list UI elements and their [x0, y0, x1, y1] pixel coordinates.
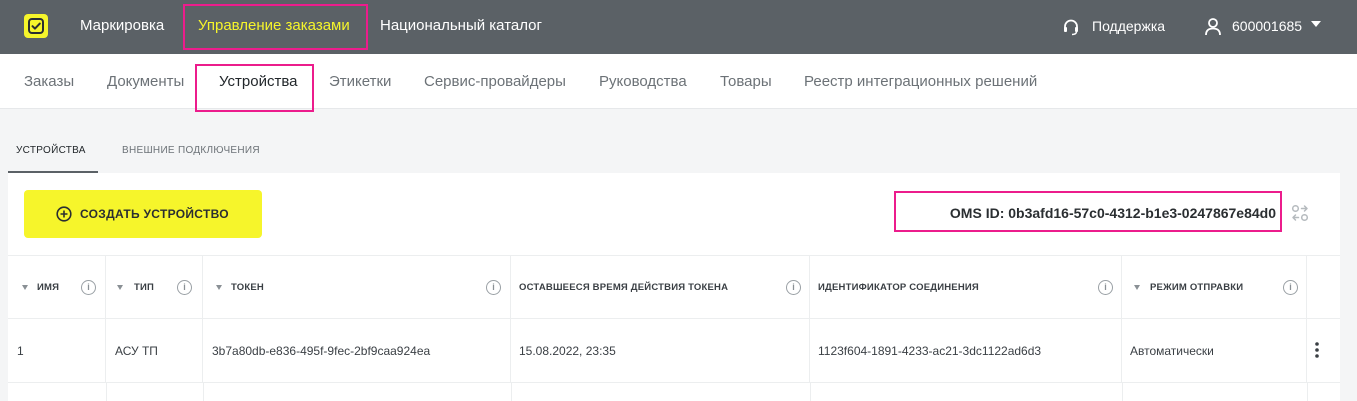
cell-name: 1	[8, 319, 106, 382]
create-device-label: СОЗДАТЬ УСТРОЙСТВО	[80, 207, 229, 221]
secnav-service-providers[interactable]: Сервис-провайдеры	[424, 54, 566, 109]
sort-arrow-icon[interactable]	[216, 285, 222, 290]
sort-arrow-icon[interactable]	[117, 285, 123, 290]
secnav-highlight-frame	[195, 64, 314, 112]
cell-send-mode: Автоматически	[1122, 319, 1307, 382]
info-icon[interactable]: i	[786, 280, 801, 295]
info-icon[interactable]: i	[1098, 280, 1113, 295]
create-device-button[interactable]: СОЗДАТЬ УСТРОЙСТВО	[24, 190, 262, 238]
info-icon[interactable]: i	[1283, 280, 1298, 295]
sort-arrow-icon[interactable]	[22, 285, 28, 290]
cell-connection-id: 1123f604-1891-4233-ac21-3dc1122ad6d3	[810, 319, 1122, 382]
nav-highlight-frame	[183, 4, 368, 50]
nav-national-catalog[interactable]: Национальный каталог	[380, 0, 542, 54]
nav-marking[interactable]: Маркировка	[80, 0, 164, 54]
tab-devices[interactable]: УСТРОЙСТВА	[16, 145, 86, 156]
column-divider	[511, 383, 512, 401]
sort-arrow-icon[interactable]	[1134, 285, 1140, 290]
column-divider	[1122, 383, 1123, 401]
secnav-guides[interactable]: Руководства	[599, 54, 687, 109]
user-icon	[1205, 18, 1221, 36]
secnav-integration-registry[interactable]: Реестр интеграционных решений	[804, 54, 1037, 109]
cell-type: АСУ ТП	[106, 319, 203, 382]
table-next-row	[8, 383, 1340, 401]
info-icon[interactable]: i	[177, 280, 192, 295]
column-divider	[106, 383, 107, 401]
column-token[interactable]: ТОКЕН i	[203, 256, 511, 318]
secnav-documents[interactable]: Документы	[107, 54, 184, 109]
logo-icon[interactable]	[24, 14, 48, 38]
secnav-labels[interactable]: Этикетки	[329, 54, 391, 109]
column-send-mode[interactable]: РЕЖИМ ОТПРАВКИ i	[1122, 256, 1307, 318]
column-divider	[810, 383, 811, 401]
tab-external-connections[interactable]: ВНЕШНИЕ ПОДКЛЮЧЕНИЯ	[122, 145, 260, 156]
info-icon[interactable]: i	[486, 280, 501, 295]
user-account[interactable]: 600001685	[1232, 0, 1302, 54]
column-type[interactable]: ТИП i	[106, 256, 203, 318]
table-header: ИМЯ i ТИП i ТОКЕН i ОСТАВШЕЕСЯ ВРЕМЯ ДЕЙ…	[8, 255, 1340, 319]
headset-icon	[1064, 19, 1078, 36]
column-connection-id[interactable]: ИДЕНТИФИКАТОР СОЕДИНЕНИЯ i	[810, 256, 1122, 318]
oms-id-box: OMS ID: 0b3afd16-57c0-4312-b1e3-0247867e…	[894, 191, 1282, 232]
column-token-remaining-time[interactable]: ОСТАВШЕЕСЯ ВРЕМЯ ДЕЙСТВИЯ ТОКЕНА i	[511, 256, 810, 318]
kebab-menu-icon[interactable]	[1314, 341, 1320, 359]
oms-id: OMS ID: 0b3afd16-57c0-4312-b1e3-0247867e…	[949, 205, 1276, 221]
cell-token-remaining-time: 15.08.2022, 23:35	[511, 319, 810, 382]
plus-circle-icon	[56, 206, 72, 222]
sub-tabs: УСТРОЙСТВА ВНЕШНИЕ ПОДКЛЮЧЕНИЯ	[0, 109, 1357, 173]
caret-down-icon[interactable]	[1311, 21, 1321, 27]
column-divider	[1307, 383, 1308, 401]
secnav-orders[interactable]: Заказы	[24, 54, 74, 109]
column-name[interactable]: ИМЯ i	[8, 256, 106, 318]
support-link[interactable]: Поддержка	[1092, 0, 1165, 54]
cell-token: 3b7a80db-e836-495f-9fec-2bf9caa924ea	[203, 319, 511, 382]
secnav-products[interactable]: Товары	[720, 54, 772, 109]
info-icon[interactable]: i	[81, 280, 96, 295]
swap-settings-icon[interactable]	[1290, 203, 1310, 223]
table-row[interactable]: 1 АСУ ТП 3b7a80db-e836-495f-9fec-2bf9caa…	[8, 319, 1340, 383]
column-divider	[203, 383, 204, 401]
